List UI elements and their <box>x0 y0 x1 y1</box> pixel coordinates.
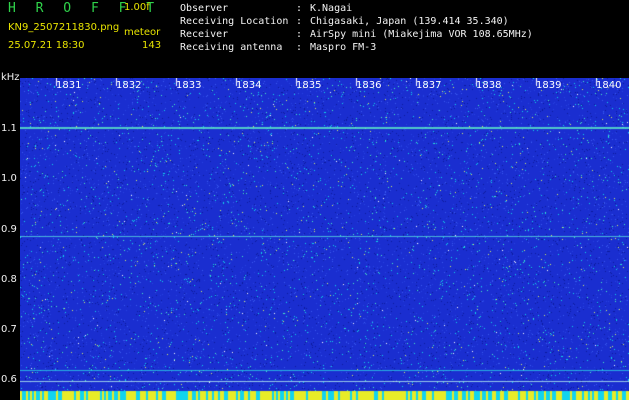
meta-row-antenna: Receiving antenna: Maspro FM-3 <box>180 41 533 54</box>
time-label: 1839 <box>536 80 562 91</box>
time-label: 1836 <box>356 80 382 91</box>
spectrogram-plot <box>20 78 629 400</box>
time-label: 1837 <box>416 80 442 91</box>
meta-key: Receiving antenna <box>180 42 283 53</box>
meta-value: Maspro FM-3 <box>310 42 377 53</box>
time-label: 1832 <box>116 80 142 91</box>
y-tick-label: 0.9 <box>1 224 17 235</box>
meta-value: K.Nagai <box>310 3 353 14</box>
y-tick-label: 1.1 <box>1 123 17 134</box>
datetime-label: 25.07.21 18:30 <box>8 40 85 51</box>
meta-sep: : <box>296 42 303 53</box>
meta-key: Observer <box>180 3 229 14</box>
meta-sep: : <box>296 3 303 14</box>
meta-value: Chigasaki, Japan (139.414 35.340) <box>310 16 509 27</box>
time-label: 1840 <box>596 80 622 91</box>
meta-value: AirSpy mini (Miakejima VOR 108.65MHz) <box>310 29 533 40</box>
meta-key: Receiving Location <box>180 16 289 27</box>
time-label: 1833 <box>176 80 202 91</box>
header: H R O F F T 1.00f KN9_2507211830.png met… <box>0 0 629 78</box>
meta-row-receiver: Receiver: AirSpy mini (Miakejima VOR 108.… <box>180 28 533 41</box>
y-tick-label: 1.0 <box>1 173 17 184</box>
time-label: 1835 <box>296 80 322 91</box>
meta-sep: : <box>296 29 303 40</box>
version-label: 1.00f <box>124 2 150 13</box>
meta-key: Receiver <box>180 29 229 40</box>
meta-sep: : <box>296 16 303 27</box>
y-tick-label: 0.8 <box>1 274 17 285</box>
filename-label: KN9_2507211830.png <box>8 22 120 33</box>
time-label: 1834 <box>236 80 262 91</box>
time-label: 1838 <box>476 80 502 91</box>
time-label: 1831 <box>56 80 82 91</box>
y-tick-label: 0.6 <box>1 374 17 385</box>
mode-label: meteor <box>124 27 161 38</box>
meta-row-location: Receiving Location: Chigasaki, Japan (139… <box>180 15 533 28</box>
meta-row-observer: Observer: K.Nagai <box>180 2 533 15</box>
station-info: Observer: K.Nagai Receiving Location: Chig… <box>180 2 533 54</box>
y-tick-label: 0.7 <box>1 324 17 335</box>
count-label: 143 <box>142 40 162 51</box>
axis-unit-label: kHz <box>1 72 20 83</box>
